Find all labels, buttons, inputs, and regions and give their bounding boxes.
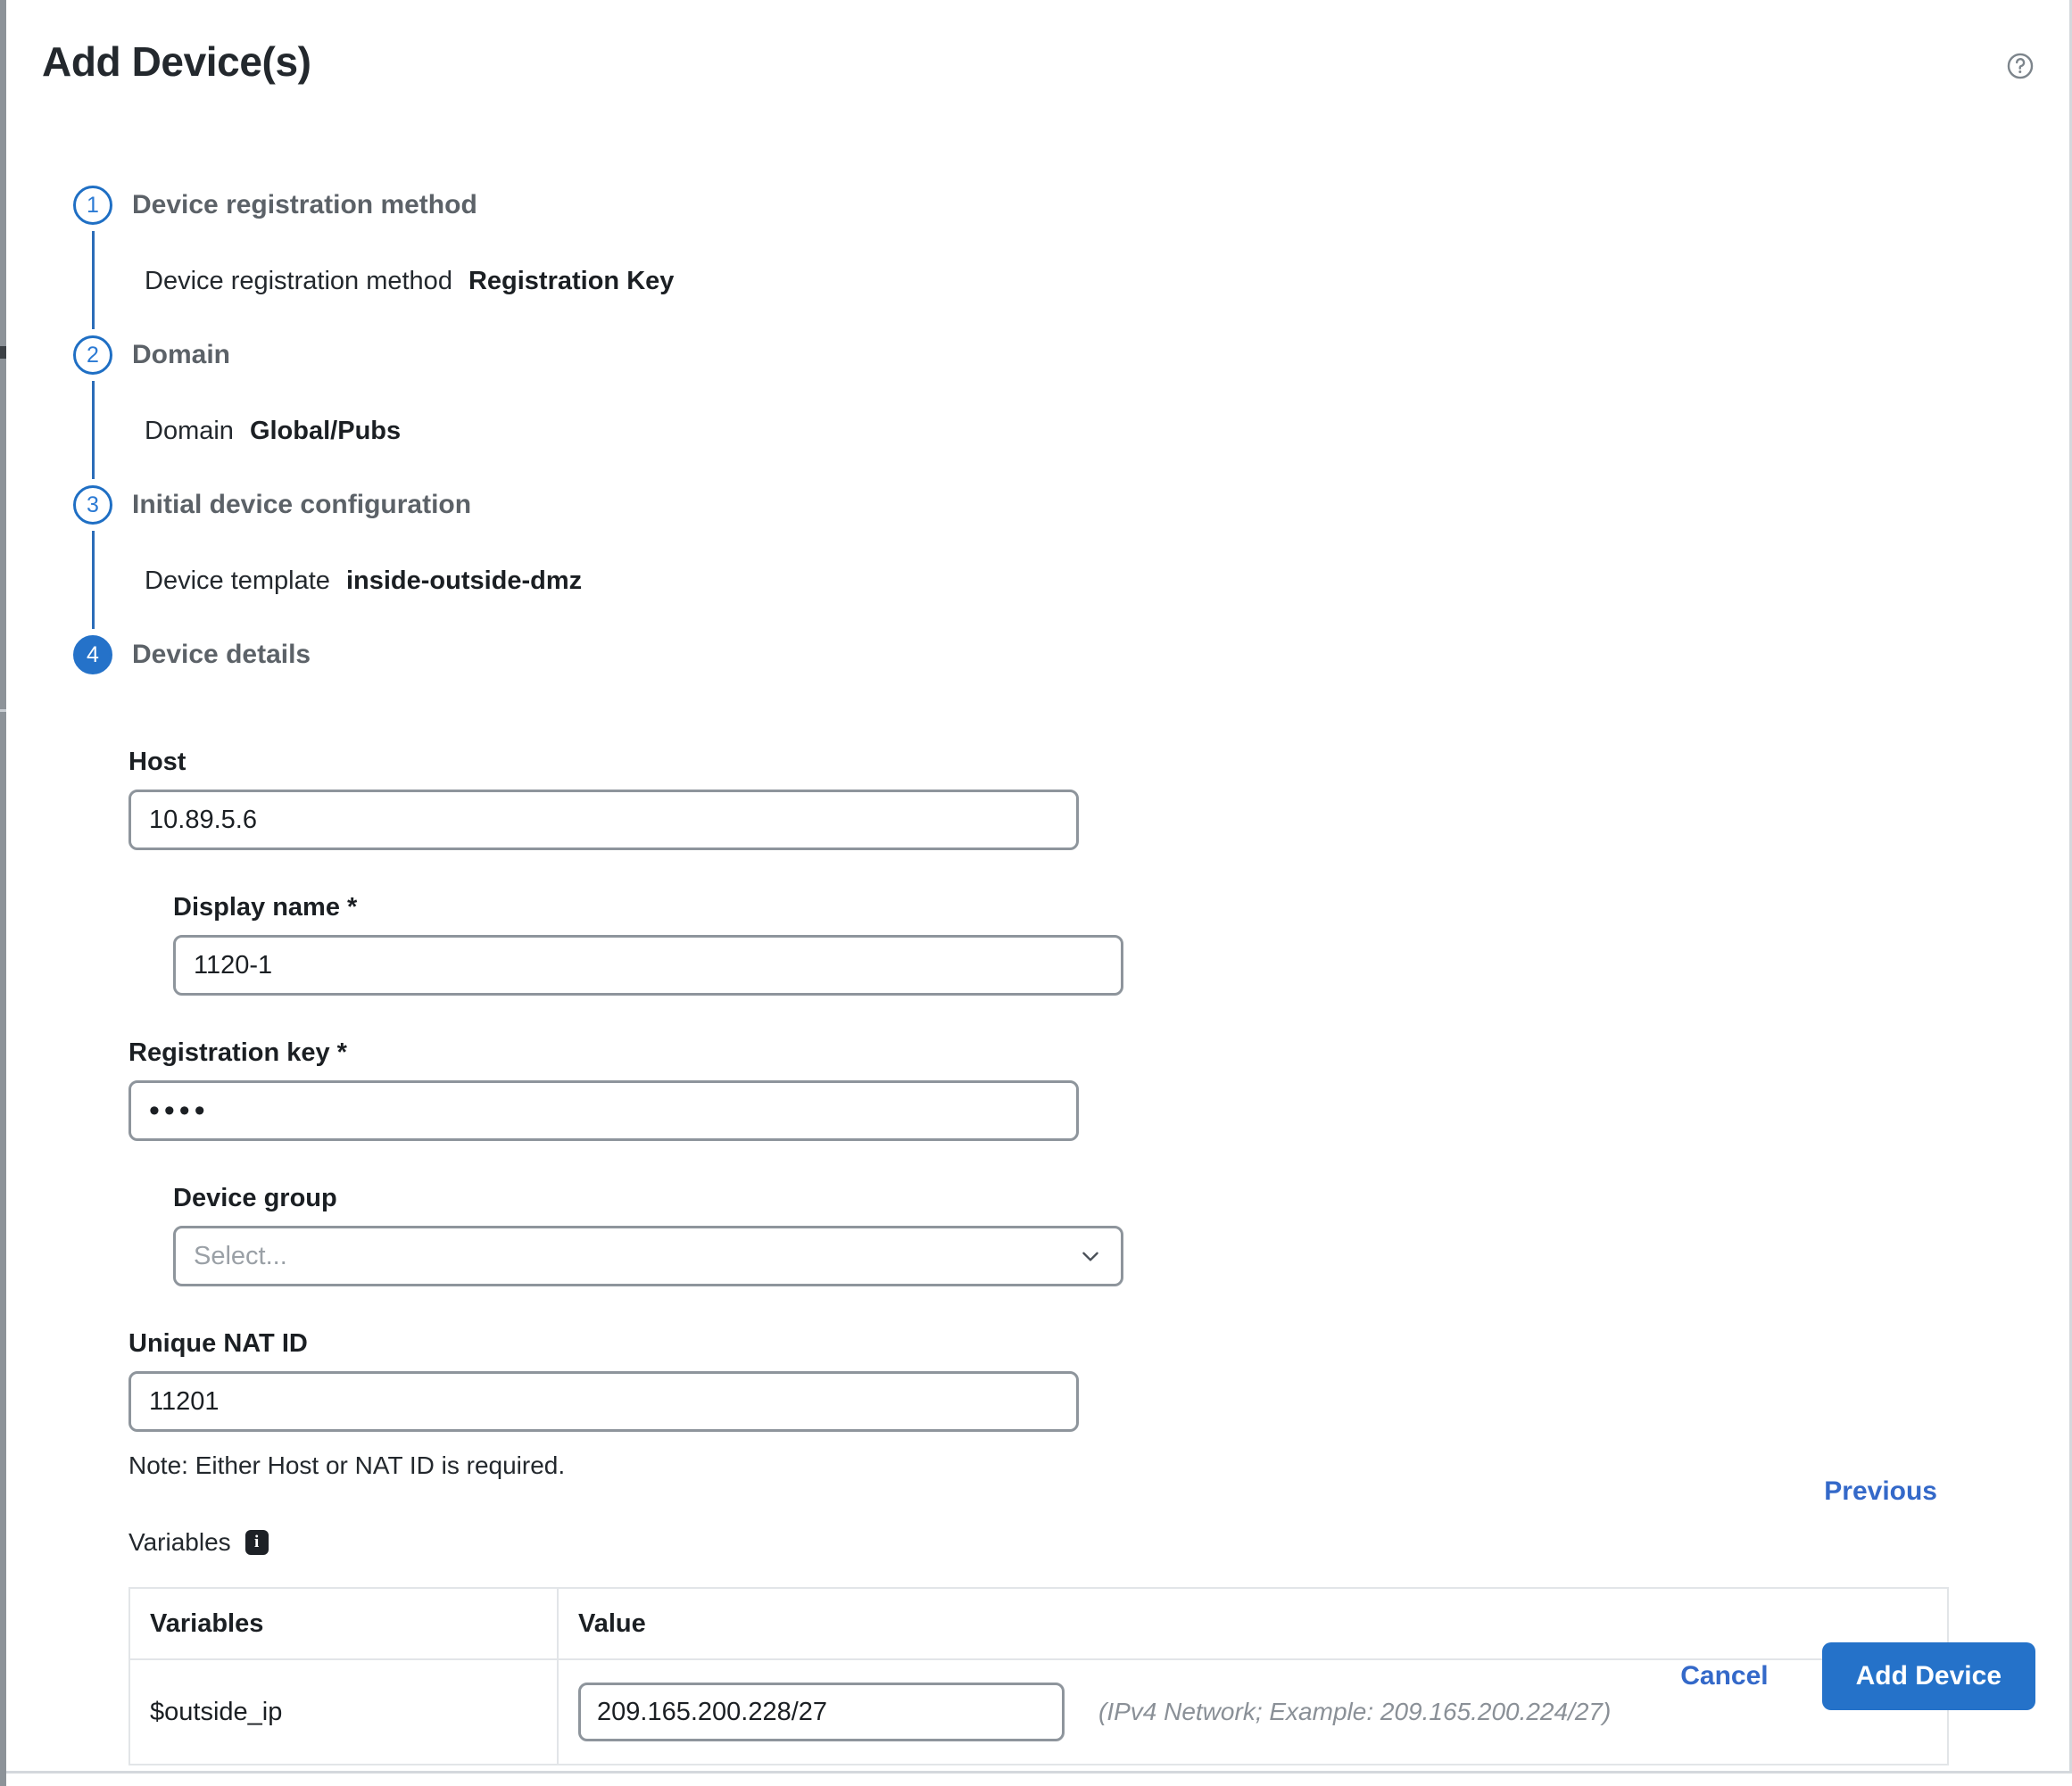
device-group-label: Device group <box>173 1184 337 1212</box>
step-connector-line <box>92 531 95 629</box>
step-1-summary-value: Registration Key <box>468 267 675 295</box>
variables-section-header: Variables i <box>128 1528 1949 1557</box>
host-input[interactable] <box>128 790 1079 850</box>
host-field-group: Host <box>128 748 1079 850</box>
step-number-badge: 4 <box>73 635 112 674</box>
host-label: Host <box>128 748 186 776</box>
registration-key-label: Registration key * <box>128 1038 347 1067</box>
display-name-field-group: Display name * <box>173 893 1123 996</box>
display-name-input[interactable] <box>173 935 1123 996</box>
step-title: Device details <box>132 640 311 669</box>
device-details-form: Host Display name * Registration key * •… <box>128 748 1949 1765</box>
stepper-step-3-body: Device template inside-outside-dmz <box>73 527 1947 633</box>
cancel-button[interactable]: Cancel <box>1666 1661 1782 1691</box>
step-connector-line <box>92 231 95 329</box>
add-device-button[interactable]: Add Device <box>1821 1642 2035 1710</box>
wizard-stepper: 1 Device registration method Device regi… <box>73 183 1947 677</box>
variable-name-cell: $outside_ip <box>128 1658 559 1765</box>
step-2-summary: Domain Global/Pubs <box>145 417 401 446</box>
variables-section-label: Variables <box>128 1528 231 1556</box>
nat-id-field-group: Unique NAT ID <box>128 1329 1079 1432</box>
device-group-selected-value: Select... <box>194 1241 287 1270</box>
step-title: Initial device configuration <box>132 490 472 519</box>
variable-value-hint: (IPv4 Network; Example: 209.165.200.224/… <box>1098 1698 1612 1725</box>
background-page-edge <box>0 0 6 1786</box>
device-group-field-group: Device group Select... <box>173 1184 1123 1286</box>
stepper-step-3[interactable]: 3 Initial device configuration <box>73 483 1947 527</box>
registration-key-masked-value: •••• <box>149 1094 210 1128</box>
step-2-summary-value: Global/Pubs <box>249 417 402 445</box>
step-number-badge: 3 <box>73 485 112 525</box>
nat-id-input[interactable] <box>128 1371 1079 1432</box>
step-2-summary-label: Domain <box>145 417 234 445</box>
step-1-summary: Device registration method Registration … <box>145 267 674 296</box>
help-circle-icon[interactable] <box>2005 51 2035 81</box>
display-name-label: Display name * <box>173 893 358 922</box>
stepper-step-2-body: Domain Global/Pubs <box>73 377 1947 483</box>
previous-button[interactable]: Previous <box>1824 1476 1937 1507</box>
stepper-step-2[interactable]: 2 Domain <box>73 333 1947 377</box>
host-nat-note: Note: Either Host or NAT ID is required. <box>128 1451 566 1479</box>
stepper-step-1-body: Device registration method Registration … <box>73 227 1947 333</box>
step-3-summary: Device template inside-outside-dmz <box>145 566 582 596</box>
page-title: Add Device(s) <box>42 38 311 85</box>
step-connector-line <box>92 381 95 479</box>
stepper-step-1[interactable]: 1 Device registration method <box>73 183 1947 227</box>
nat-id-label: Unique NAT ID <box>128 1329 308 1358</box>
dialog-footer: Cancel Add Device <box>1666 1642 2035 1710</box>
variable-value-input[interactable] <box>578 1683 1065 1741</box>
step-number-badge: 1 <box>73 186 112 225</box>
registration-key-input[interactable]: •••• <box>128 1080 1079 1141</box>
info-icon[interactable]: i <box>244 1530 269 1555</box>
step-3-summary-value: inside-outside-dmz <box>345 566 583 595</box>
registration-key-field-group: Registration key * •••• <box>128 1038 1079 1141</box>
step-title: Domain <box>132 340 231 369</box>
background-page-edge-notch-secondary <box>0 709 6 712</box>
add-devices-dialog: Add Device(s) 1 Device registration meth… <box>6 0 2072 1774</box>
step-1-summary-label: Device registration method <box>145 267 452 295</box>
step-title: Device registration method <box>132 190 477 219</box>
step-number-badge: 2 <box>73 335 112 375</box>
step-3-summary-label: Device template <box>145 566 330 595</box>
device-group-select[interactable]: Select... <box>173 1226 1123 1286</box>
variables-column-header: Variables <box>128 1587 559 1660</box>
stepper-step-4[interactable]: 4 Device details <box>73 633 1947 677</box>
